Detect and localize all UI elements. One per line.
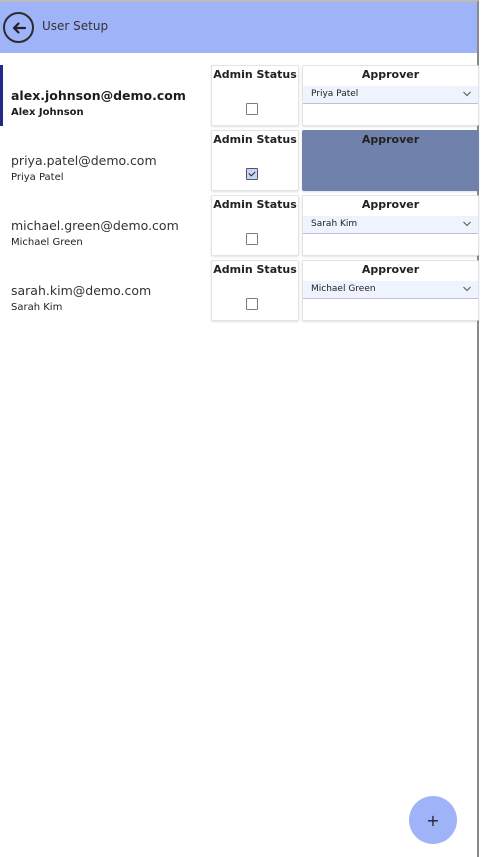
user-name: Michael Green xyxy=(11,237,83,248)
approver-value: Sarah Kim xyxy=(311,219,358,229)
admin-status-label: Admin Status xyxy=(213,68,297,81)
user-email: priya.patel@demo.com xyxy=(11,153,157,168)
admin-status-label: Admin Status xyxy=(213,198,297,211)
user-row[interactable]: michael.green@demo.com Michael Green Adm… xyxy=(0,195,479,260)
page-title: User Setup xyxy=(42,19,109,33)
approver-cell: Approver Priya Patel xyxy=(302,65,479,126)
approver-label: Approver xyxy=(361,133,420,146)
header-bar: User Setup xyxy=(0,2,477,53)
chevron-down-icon xyxy=(463,221,471,227)
admin-checkbox[interactable] xyxy=(246,298,258,310)
approver-label: Approver xyxy=(361,198,420,211)
approver-cell: Approver xyxy=(302,130,479,191)
user-name: Sarah Kim xyxy=(11,302,63,313)
approver-cell: Approver Michael Green xyxy=(302,260,479,321)
admin-status-cell: Admin Status xyxy=(211,195,299,256)
admin-status-label: Admin Status xyxy=(213,263,297,276)
approver-cell: Approver Sarah Kim xyxy=(302,195,479,256)
user-name: Alex Johnson xyxy=(11,107,84,118)
chevron-down-icon xyxy=(463,286,471,292)
approver-dropdown[interactable]: Priya Patel xyxy=(303,86,478,104)
admin-status-cell: Admin Status xyxy=(211,130,299,191)
admin-status-cell: Admin Status xyxy=(211,65,299,126)
admin-checkbox[interactable] xyxy=(246,233,258,245)
chevron-down-icon xyxy=(463,91,471,97)
approver-value: Priya Patel xyxy=(311,89,359,99)
user-row[interactable]: sarah.kim@demo.com Sarah Kim Admin Statu… xyxy=(0,260,479,325)
app-frame: User Setup alex.johnson@demo.com Alex Jo… xyxy=(0,0,479,857)
user-email: michael.green@demo.com xyxy=(11,218,179,233)
user-row[interactable]: priya.patel@demo.com Priya Patel Admin S… xyxy=(0,130,479,195)
admin-checkbox[interactable] xyxy=(246,103,258,115)
approver-label: Approver xyxy=(361,263,420,276)
admin-status-cell: Admin Status xyxy=(211,260,299,321)
arrow-left-icon xyxy=(12,21,26,34)
user-email: alex.johnson@demo.com xyxy=(11,88,186,103)
user-email: sarah.kim@demo.com xyxy=(11,283,152,298)
user-name: Priya Patel xyxy=(11,172,64,183)
approver-label: Approver xyxy=(361,68,420,81)
admin-checkbox[interactable] xyxy=(246,168,258,180)
add-user-button[interactable]: + xyxy=(409,796,457,844)
approver-value: Michael Green xyxy=(311,284,376,294)
admin-status-label: Admin Status xyxy=(213,133,297,146)
user-row[interactable]: alex.johnson@demo.com Alex Johnson Admin… xyxy=(0,65,479,130)
back-button[interactable] xyxy=(3,12,34,43)
approver-dropdown[interactable]: Sarah Kim xyxy=(303,216,478,234)
approver-dropdown[interactable]: Michael Green xyxy=(303,281,478,299)
plus-icon: + xyxy=(426,810,440,830)
